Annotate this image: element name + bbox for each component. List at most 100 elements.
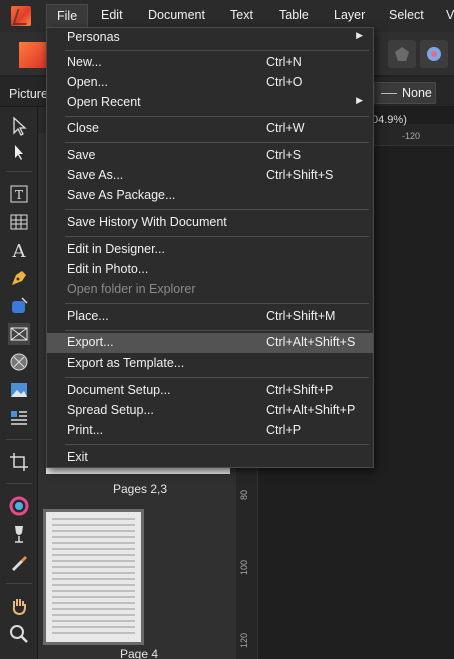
ruler-tick-label: 120 xyxy=(239,632,249,648)
menu-edit[interactable]: Edit xyxy=(101,8,123,22)
menu-table[interactable]: Table xyxy=(279,8,309,22)
menu-separator xyxy=(65,330,369,331)
menu-item-place[interactable]: Place... Ctrl+Shift+M xyxy=(47,307,373,327)
menu-item-label: Open Recent xyxy=(67,95,141,109)
hand-tool-icon[interactable] xyxy=(8,595,30,617)
menu-item-label: Export as Template... xyxy=(67,356,185,370)
zoom-tool-icon[interactable] xyxy=(8,623,30,645)
menu-item-label: Place... xyxy=(67,309,109,323)
svg-text:A: A xyxy=(12,241,27,261)
fill-tool-icon[interactable] xyxy=(8,495,30,517)
menu-item-label: Edit in Designer... xyxy=(67,242,165,256)
menu-layer[interactable]: Layer xyxy=(334,8,365,22)
menu-item-label: Document Setup... xyxy=(67,383,171,397)
color-picker-tool-icon[interactable] xyxy=(8,551,30,573)
menu-item-shortcut: Ctrl+W xyxy=(266,121,305,135)
menu-separator xyxy=(65,377,369,378)
menu-separator xyxy=(65,116,369,117)
submenu-arrow-icon: ▶ xyxy=(356,30,363,40)
pen-tool-icon[interactable] xyxy=(8,267,30,289)
stroke-style-value: None xyxy=(402,86,432,100)
menu-view[interactable]: V xyxy=(446,8,454,22)
menu-item-label: Edit in Photo... xyxy=(67,262,149,276)
menu-item-open-folder: Open folder in Explorer xyxy=(47,280,373,300)
menu-item-exit[interactable]: Exit xyxy=(47,448,373,468)
move-tool-icon[interactable] xyxy=(8,115,30,137)
menu-item-print[interactable]: Print... Ctrl+P xyxy=(47,421,373,441)
menu-item-edit-in-designer[interactable]: Edit in Designer... xyxy=(47,240,373,260)
menu-item-spread-setup[interactable]: Spread Setup... Ctrl+Alt+Shift+P xyxy=(47,401,373,421)
submenu-arrow-icon: ▶ xyxy=(356,95,363,105)
menu-item-save-as[interactable]: Save As... Ctrl+Shift+S xyxy=(47,166,373,186)
menu-separator xyxy=(65,142,369,143)
menu-item-label: Personas xyxy=(67,30,120,44)
menu-item-shortcut: Ctrl+Alt+Shift+P xyxy=(266,403,356,417)
menu-item-shortcut: Ctrl+Shift+S xyxy=(266,168,334,182)
publisher-persona-icon[interactable] xyxy=(19,42,47,68)
tools-divider xyxy=(6,583,32,584)
transparency-tool-icon[interactable] xyxy=(8,523,30,545)
menu-item-open-recent[interactable]: Open Recent ▶ xyxy=(47,93,373,113)
stroke-style-dropdown[interactable]: None xyxy=(374,82,436,104)
zoom-level: 04.9%) xyxy=(372,114,407,126)
pages-2-3-label: Pages 2,3 xyxy=(113,482,168,496)
menu-item-shortcut: Ctrl+S xyxy=(266,148,302,162)
table-tool-icon[interactable] xyxy=(8,211,30,233)
crop-tool-icon[interactable] xyxy=(8,451,30,473)
menu-item-shortcut: Ctrl+Shift+M xyxy=(266,309,336,323)
menu-separator xyxy=(65,209,369,210)
artistic-text-tool-icon[interactable]: A xyxy=(8,239,30,261)
menu-item-open[interactable]: Open... Ctrl+O xyxy=(47,73,373,93)
photo-persona-icon xyxy=(427,47,441,61)
menu-item-shortcut: Ctrl+N xyxy=(266,55,302,69)
menu-separator xyxy=(65,50,369,51)
menu-item-save-history[interactable]: Save History With Document xyxy=(47,213,373,233)
menu-item-save-as-package[interactable]: Save As Package... xyxy=(47,186,373,206)
tools-panel: T A xyxy=(0,107,38,659)
ruler-tick-label: -120 xyxy=(402,131,421,141)
place-image-tool-icon[interactable] xyxy=(8,379,30,401)
shape-tool-icon[interactable] xyxy=(8,295,30,317)
menu-item-label: Spread Setup... xyxy=(67,403,154,417)
picture-frame-tool-icon[interactable] xyxy=(8,323,30,345)
menu-item-label: Save As... xyxy=(67,168,124,182)
pentagon-icon xyxy=(395,47,409,61)
menu-item-document-setup[interactable]: Document Setup... Ctrl+Shift+P xyxy=(47,381,373,401)
menu-separator xyxy=(65,444,369,445)
elliptical-frame-tool-icon[interactable] xyxy=(8,351,30,373)
menu-select[interactable]: Select xyxy=(389,8,424,22)
menu-item-save[interactable]: Save Ctrl+S xyxy=(47,146,373,166)
menu-item-close[interactable]: Close Ctrl+W xyxy=(47,119,373,139)
menu-item-label: Save xyxy=(67,148,96,162)
menu-text[interactable]: Text xyxy=(230,8,253,22)
svg-text:T: T xyxy=(15,188,23,202)
menu-item-shortcut: Ctrl+O xyxy=(266,75,303,89)
menu-item-label: Exit xyxy=(67,450,88,464)
frame-text-tool-icon[interactable]: T xyxy=(8,183,30,205)
menu-item-edit-in-photo[interactable]: Edit in Photo... xyxy=(47,260,373,280)
tools-divider xyxy=(6,171,32,172)
toolbar-photo-persona-button[interactable] xyxy=(420,40,448,68)
node-tool-icon[interactable] xyxy=(8,141,30,163)
menu-item-label: Save History With Document xyxy=(67,215,227,229)
page-4-thumbnail[interactable] xyxy=(43,509,144,645)
menu-item-new[interactable]: New... Ctrl+N xyxy=(47,53,373,73)
menu-item-label: New... xyxy=(67,55,102,69)
app-logo-icon[interactable] xyxy=(11,6,31,26)
menu-item-label: Print... xyxy=(67,423,104,437)
toolbar-pentagon-button[interactable] xyxy=(388,40,416,68)
menu-item-export[interactable]: Export... Ctrl+Alt+Shift+S xyxy=(47,333,373,353)
menu-item-shortcut: Ctrl+Alt+Shift+S xyxy=(266,335,356,349)
menu-item-label: Open... xyxy=(67,75,108,89)
menu-document[interactable]: Document xyxy=(148,8,205,22)
text-wrap-tool-icon[interactable] xyxy=(8,407,30,429)
tools-divider xyxy=(6,483,32,484)
file-menu-dropdown: Personas ▶ New... Ctrl+N Open... Ctrl+O … xyxy=(46,27,374,468)
menu-item-label: Export... xyxy=(67,335,114,349)
context-label: Picture xyxy=(9,87,48,101)
menu-item-label: Open folder in Explorer xyxy=(67,282,196,296)
page-4-label: Page 4 xyxy=(120,647,159,659)
menu-item-export-as-template[interactable]: Export as Template... xyxy=(47,354,373,374)
menu-item-label: Save As Package... xyxy=(67,188,176,202)
menu-item-personas[interactable]: Personas ▶ xyxy=(47,28,373,48)
